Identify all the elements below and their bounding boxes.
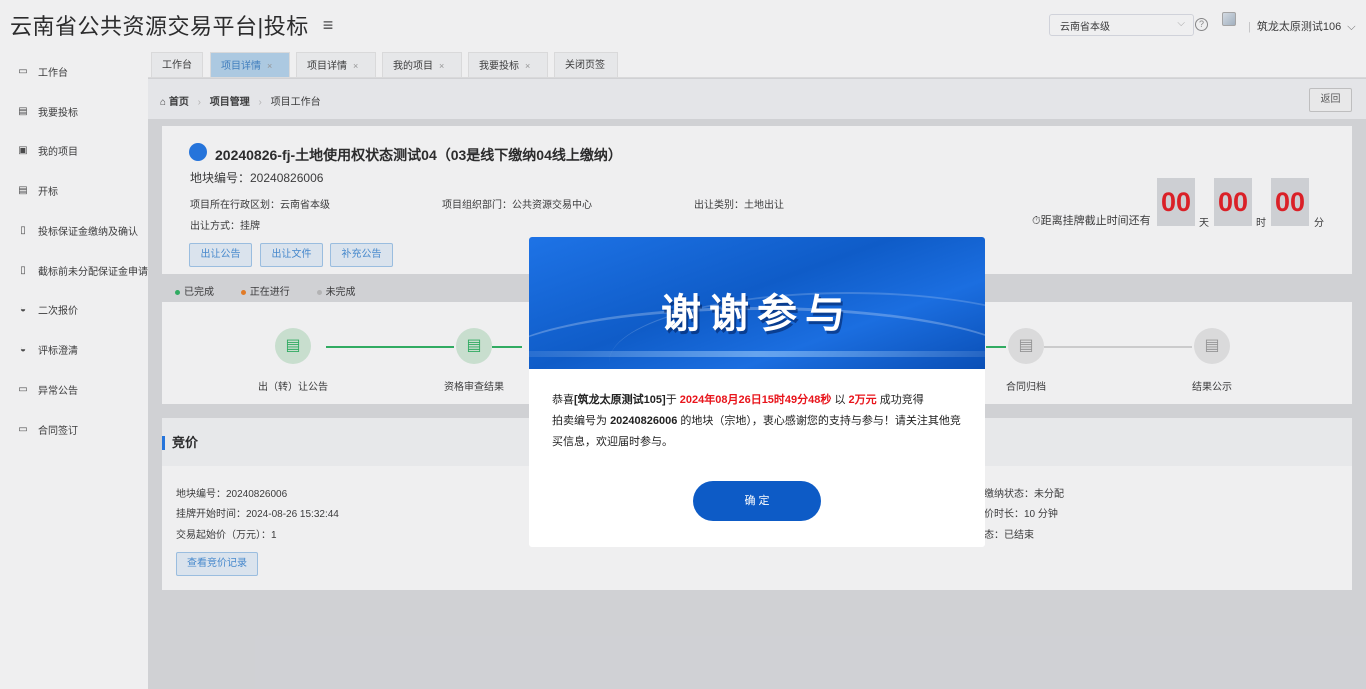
winning-amount: 2万元 xyxy=(848,394,877,406)
modal-heading: 谢谢参与 xyxy=(661,290,853,337)
confirm-button[interactable]: 确 定 xyxy=(693,481,821,521)
message-text: 成功竞得 xyxy=(879,394,924,406)
auction-number: 20240826006 xyxy=(610,415,678,427)
banner-decoration xyxy=(529,351,985,357)
winning-time: 2024年08月26日15时49分48秒 xyxy=(679,394,832,406)
message-text: 拍卖编号为 xyxy=(552,415,607,427)
modal-banner: 谢谢参与 xyxy=(529,237,985,369)
winner-name: [筑龙太原测试105] xyxy=(574,394,666,406)
modal-message: 恭喜[筑龙太原测试105]于 2024年08月26日15时49分48秒 以 2万… xyxy=(552,390,962,453)
result-modal: 谢谢参与 恭喜[筑龙太原测试105]于 2024年08月26日15时49分48秒… xyxy=(529,237,985,547)
message-text: 以 xyxy=(834,394,846,406)
message-text: 于 xyxy=(665,394,677,406)
message-text: 恭喜 xyxy=(552,394,574,406)
